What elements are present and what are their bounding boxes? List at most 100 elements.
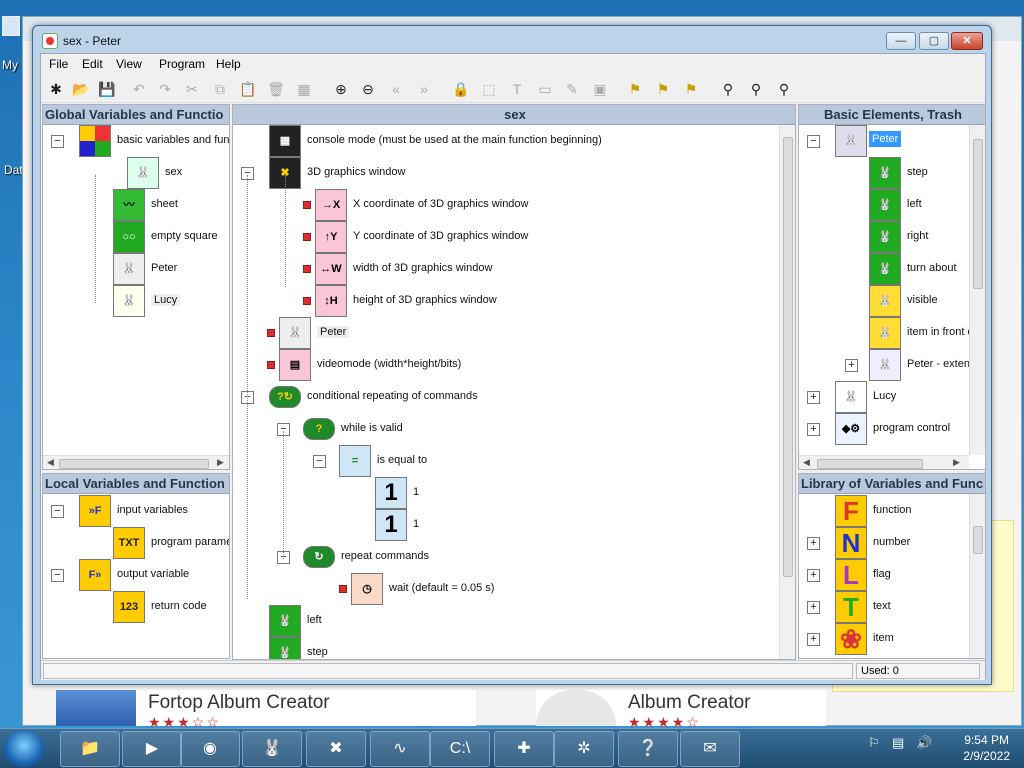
menu-program[interactable]: Program [159, 57, 205, 71]
menu-view[interactable]: View [116, 57, 142, 71]
library-vscroll[interactable] [969, 494, 985, 658]
program-item[interactable]: 11 [233, 477, 795, 509]
basic-item[interactable]: 🐰 left [799, 189, 985, 221]
taskbar-puzzle-icon[interactable]: ✚ [494, 731, 554, 767]
scroll-thumb[interactable] [973, 139, 983, 289]
library-item[interactable]: Ffunction [799, 495, 985, 527]
text-icon[interactable]: T [508, 80, 526, 98]
global-item[interactable]: 🐰 Peter [43, 253, 229, 285]
scroll-thumb[interactable] [817, 459, 923, 469]
volume-icon[interactable]: 🔊 [916, 735, 932, 751]
remove-marker-icon[interactable] [303, 201, 311, 209]
program-item[interactable]: 🐰 step [233, 637, 795, 659]
collapse-toggle[interactable]: − [313, 455, 326, 468]
program-item[interactable]: ◷ wait (default = 0.05 s) [233, 573, 795, 605]
close-button[interactable]: ✕ [951, 32, 983, 50]
expand-toggle[interactable]: + [845, 359, 858, 372]
local-item[interactable]: − F» output variable [43, 559, 229, 591]
expand-toggle[interactable]: + [807, 601, 820, 614]
select-icon[interactable]: ▦ [295, 80, 313, 98]
basic-item[interactable]: 🐰 right [799, 221, 985, 253]
maximize-button[interactable]: ▢ [919, 32, 949, 50]
local-item[interactable]: − »F input variables [43, 495, 229, 527]
expand-toggle[interactable]: + [807, 633, 820, 646]
textbox-icon[interactable]: ▭ [536, 80, 554, 98]
remove-marker-icon[interactable] [303, 233, 311, 241]
forward-icon[interactable]: » [415, 80, 433, 98]
collapse-toggle[interactable]: − [51, 569, 64, 582]
delete-icon[interactable]: 🗑 [267, 80, 285, 98]
taskbar-help-icon[interactable]: ❔ [618, 731, 678, 767]
program-item[interactable]: 🐰 left [233, 605, 795, 637]
lock-icon[interactable]: 🔒 [452, 80, 470, 98]
basic-vscroll[interactable] [969, 125, 985, 455]
remove-marker-icon[interactable] [303, 297, 311, 305]
collapse-toggle[interactable]: − [51, 505, 64, 518]
desktop-icon[interactable] [2, 16, 20, 36]
paste-icon[interactable]: 📋 [239, 80, 257, 98]
collapse-toggle[interactable]: − [807, 135, 820, 148]
scroll-thumb[interactable] [59, 459, 209, 469]
expand-toggle[interactable]: + [807, 537, 820, 550]
copy-icon[interactable]: ⧉ [211, 80, 229, 98]
basic-item[interactable]: 🐰 visible [799, 285, 985, 317]
frame-icon[interactable]: ⬚ [480, 80, 498, 98]
library-item[interactable]: + ❀ item [799, 623, 985, 655]
tree-icon[interactable]: ✱ [47, 80, 65, 98]
scroll-thumb[interactable] [783, 137, 793, 577]
program-item[interactable]: →X X coordinate of 3D graphics window [233, 189, 795, 221]
program-item[interactable]: 11 [233, 509, 795, 541]
basic-item[interactable]: 🐰 step [799, 157, 985, 189]
taskbar-peter-icon[interactable]: 🐰 [242, 731, 302, 767]
program-item[interactable]: 🐰 Peter [233, 317, 795, 349]
remove-marker-icon[interactable] [303, 265, 311, 273]
basic-item[interactable]: + 🐰 Peter - exten [799, 349, 985, 381]
global-item[interactable]: 🐰 sex [43, 157, 229, 189]
taskbar-chrome-icon[interactable]: ◉ [180, 731, 240, 767]
edit-icon[interactable]: ✎ [563, 80, 581, 98]
binoculars-icon[interactable]: ⚲ [719, 80, 737, 98]
local-item[interactable]: 123 return code [43, 591, 229, 623]
global-item[interactable]: 〰 sheet [43, 189, 229, 221]
program-item[interactable]: − = is equal to [233, 445, 795, 477]
scroll-left-icon[interactable]: ◀ [803, 457, 810, 468]
basic-item[interactable]: + 🐰 Lucy [799, 381, 985, 413]
expand-toggle[interactable]: + [807, 423, 820, 436]
zoom-in-icon[interactable]: ⊕ [332, 80, 350, 98]
library-item[interactable]: + Ttext [799, 591, 985, 623]
network-icon[interactable]: ▤ [892, 735, 904, 751]
clock[interactable]: 9:54 PM 2/9/2022 [963, 732, 1010, 764]
remove-marker-icon[interactable] [267, 329, 275, 337]
collapse-toggle[interactable]: − [51, 135, 64, 148]
basic-hscroll[interactable]: ◀ ▶ [799, 455, 969, 469]
basic-item[interactable]: + ◆⚙ program control [799, 413, 985, 445]
open-icon[interactable]: 📂 [72, 80, 90, 98]
menu-file[interactable]: File [49, 57, 68, 71]
window-icon[interactable]: ▣ [591, 80, 609, 98]
scroll-thumb[interactable] [973, 526, 983, 554]
menu-edit[interactable]: Edit [82, 57, 103, 71]
zoom-out-icon[interactable]: ⊖ [359, 80, 377, 98]
back-icon[interactable]: « [387, 80, 405, 98]
search-next-icon[interactable]: ⚲ [747, 80, 765, 98]
program-item[interactable]: ▤ videomode (width*height/bits) [233, 349, 795, 381]
taskbar-cmd-icon[interactable]: C:\ [430, 731, 490, 767]
library-item[interactable]: + Lflag [799, 559, 985, 591]
global-item[interactable]: 🐰 Lucy [43, 285, 229, 317]
find3-icon[interactable]: ⚑ [682, 80, 700, 98]
flag-icon[interactable]: ⚐ [868, 735, 880, 751]
basic-item[interactable]: 🐰 turn about [799, 253, 985, 285]
global-item[interactable]: ○○ empty square [43, 221, 229, 253]
basic-item[interactable]: 🐰 item in front o [799, 317, 985, 349]
search-prev-icon[interactable]: ⚲ [775, 80, 793, 98]
program-item[interactable]: ↔W width of 3D graphics window [233, 253, 795, 285]
remove-marker-icon[interactable] [339, 585, 347, 593]
scroll-right-icon[interactable]: ▶ [217, 457, 224, 468]
program-item[interactable]: − ?↻ conditional repeating of commands [233, 381, 795, 413]
expand-toggle[interactable]: + [807, 569, 820, 582]
cut-icon[interactable]: ✂ [183, 80, 201, 98]
program-item[interactable]: −? while is valid [233, 413, 795, 445]
program-item[interactable]: ↕H height of 3D graphics window [233, 285, 795, 317]
find2-icon[interactable]: ⚑ [654, 80, 672, 98]
taskbar-console3d-icon[interactable]: ✖ [306, 731, 366, 767]
